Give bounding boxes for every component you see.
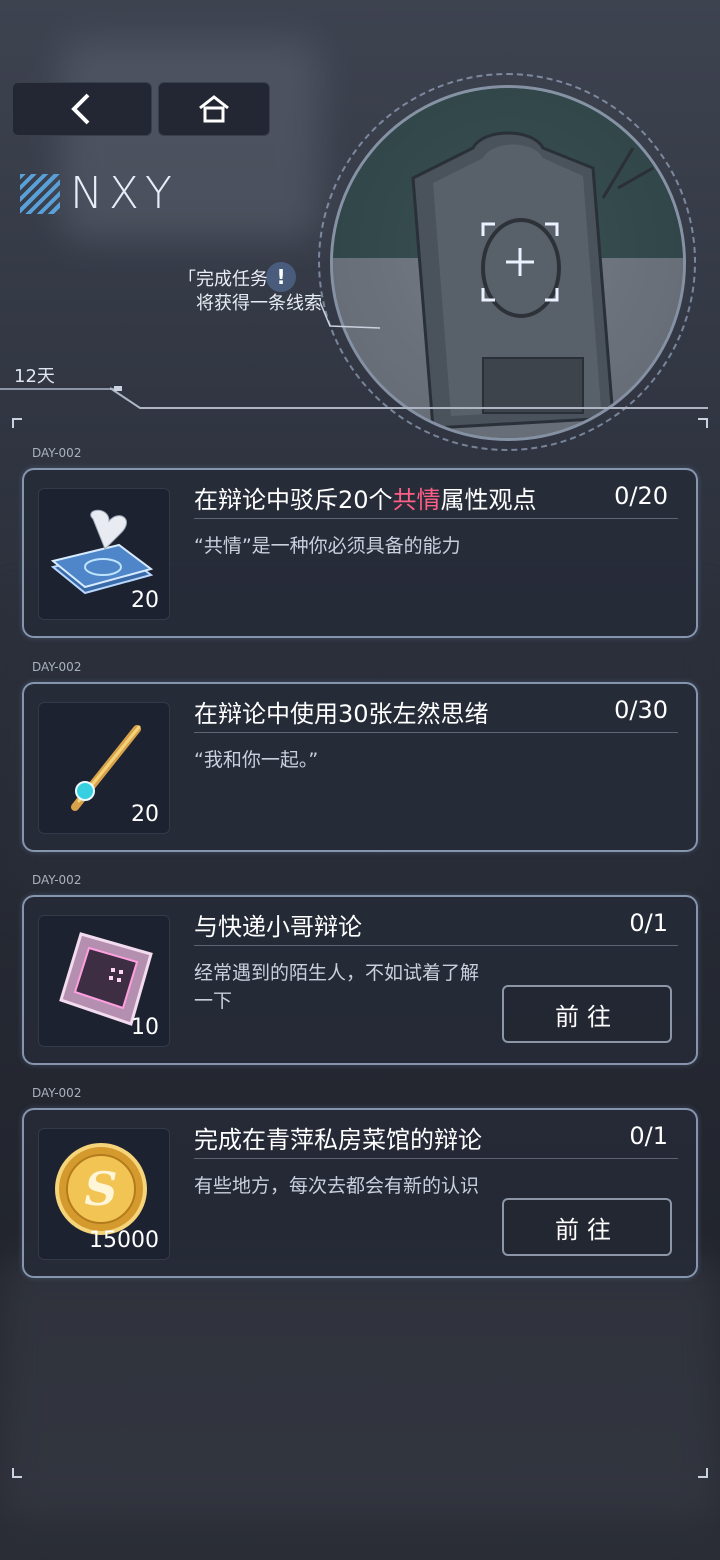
quest-card: DAY-002 10 与快递小哥辩论 0/1 经常遇到的陌生人，不如试着了解一下… <box>22 873 698 1065</box>
divider <box>194 732 678 733</box>
hint-line-1: 「完成任务 <box>178 269 268 290</box>
quest-title-part: 在辩论中驳斥20个 <box>194 486 393 514</box>
hint-line-2: 将获得一条线索 <box>196 293 322 314</box>
back-button[interactable] <box>12 82 152 136</box>
quest-title: 在辩论中驳斥20个共情属性观点 <box>194 480 537 515</box>
home-button[interactable] <box>158 82 270 136</box>
reward-count: 20 <box>131 802 159 827</box>
background-shape <box>0 1260 720 1520</box>
logo-mark <box>20 173 60 214</box>
logo-text: NXY <box>70 168 178 219</box>
app-logo: NXY <box>20 168 178 219</box>
frame-corner <box>12 1468 22 1478</box>
reward-item[interactable]: S 15000 <box>38 1128 170 1260</box>
divider <box>194 518 678 519</box>
frame-corner <box>698 1468 708 1478</box>
quest-progress: 0/30 <box>614 696 668 724</box>
svg-text:S: S <box>84 1162 117 1216</box>
quest-description: “我和你一起。” <box>194 749 319 771</box>
hint-pointer-line <box>320 301 381 329</box>
quest-description: 经常遇到的陌生人，不如试着了解一下 <box>194 962 480 1012</box>
go-button[interactable]: 前往 <box>502 1198 672 1256</box>
frame-corner <box>698 418 708 428</box>
quest-description: “共情”是一种你必须具备的能力 <box>194 535 461 557</box>
quest-progress: 0/1 <box>629 1122 668 1150</box>
quest-title: 与快递小哥辩论 <box>194 913 362 941</box>
reward-count: 10 <box>131 1015 159 1040</box>
quest-title: 完成在青萍私房菜馆的辩论 <box>194 1126 482 1154</box>
quest-card: DAY-002 20 在辩论中驳斥20个共情属性观点 0/20 “共情”是一种你… <box>22 446 698 638</box>
quest-progress: 0/1 <box>629 909 668 937</box>
days-remaining: 12天 <box>14 366 55 387</box>
reward-count: 20 <box>131 588 159 613</box>
reward-count: 15000 <box>89 1228 159 1253</box>
reward-item[interactable]: 10 <box>38 915 170 1047</box>
chevron-left-icon <box>71 93 90 125</box>
timeline-divider-hatched <box>110 386 708 409</box>
home-icon <box>199 95 229 123</box>
timeline-divider <box>0 388 120 390</box>
alert-icon: ! <box>266 262 296 292</box>
quest-title: 在辩论中使用30张左然思绪 <box>194 700 489 728</box>
frame-corner <box>12 418 22 428</box>
quest-description: 有些地方，每次去都会有新的认识 <box>194 1175 480 1197</box>
quest-day-tag: DAY-002 <box>32 446 82 460</box>
quest-day-tag: DAY-002 <box>32 873 82 887</box>
quest-progress: 0/20 <box>614 482 668 510</box>
divider <box>194 945 678 946</box>
reward-item[interactable]: 20 <box>38 488 170 620</box>
quest-day-tag: DAY-002 <box>32 660 82 674</box>
quest-title-highlight: 共情 <box>392 486 441 514</box>
divider <box>194 1158 678 1159</box>
go-button[interactable]: 前往 <box>502 985 672 1043</box>
quest-card: DAY-002 20 在辩论中使用30张左然思绪 0/30 “我和你一起。” <box>22 660 698 852</box>
quest-day-tag: DAY-002 <box>32 1086 82 1100</box>
quest-title-part: 属性观点 <box>440 486 537 514</box>
reward-item[interactable]: 20 <box>38 702 170 834</box>
clue-hint: 「完成任务 将获得一条线索 ! <box>178 262 322 316</box>
quest-card: DAY-002 S 15000 完成在青萍私房菜馆的辩论 0/1 有些地方，每次… <box>22 1086 698 1278</box>
